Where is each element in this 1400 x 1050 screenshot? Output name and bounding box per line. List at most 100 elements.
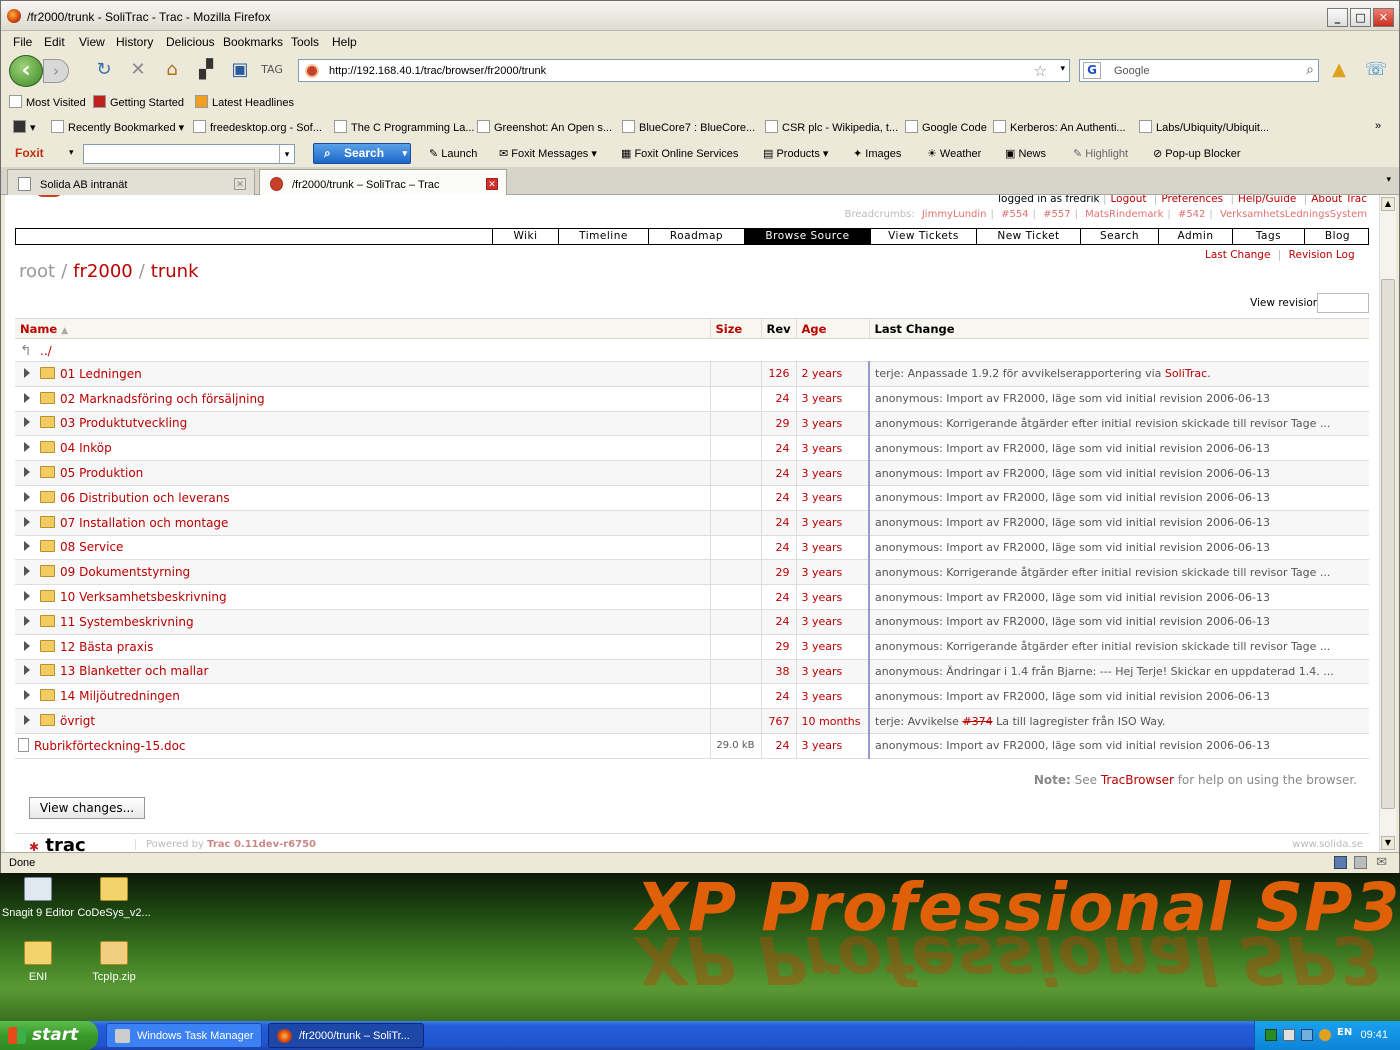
rev-link[interactable]: 24 bbox=[776, 491, 790, 504]
rev-link[interactable]: 24 bbox=[776, 467, 790, 480]
chevron-down-icon[interactable]: ▾ bbox=[402, 144, 407, 163]
delicious-item[interactable]: Kerberos: An Authenti... bbox=[993, 120, 1126, 134]
entry-link[interactable]: 03 Produktutveckling bbox=[60, 416, 187, 430]
desktop-icon-snagit[interactable]: Snagit 9 Editor bbox=[0, 877, 76, 919]
age-link[interactable]: 3 years bbox=[802, 665, 843, 678]
foxit-products[interactable]: ▤ Products ▾ bbox=[763, 147, 828, 160]
menu-view[interactable]: View bbox=[79, 35, 105, 49]
entry-link[interactable]: 13 Blanketter och mallar bbox=[60, 664, 208, 678]
stop-icon[interactable]: ✕ bbox=[125, 57, 151, 83]
entry-link[interactable]: Rubrikförteckning-15.doc bbox=[34, 739, 186, 753]
expand-toggle-icon[interactable] bbox=[24, 541, 30, 552]
extension-icon[interactable]: ▲ bbox=[1326, 57, 1352, 83]
expand-toggle-icon[interactable] bbox=[24, 615, 30, 626]
menu-history[interactable]: History bbox=[116, 35, 153, 49]
foxit-search-input[interactable]: ▾ bbox=[83, 144, 295, 164]
entry-link[interactable]: 08 Service bbox=[60, 540, 123, 554]
expand-toggle-icon[interactable] bbox=[24, 715, 30, 726]
back-button[interactable]: ‹ bbox=[9, 55, 43, 87]
scroll-thumb[interactable] bbox=[1381, 279, 1395, 809]
menu-help[interactable]: Help bbox=[332, 35, 357, 49]
about-trac-link[interactable]: About Trac bbox=[1311, 195, 1367, 205]
foxit-weather[interactable]: ☀ Weather bbox=[927, 147, 981, 160]
col-size[interactable]: Size bbox=[709, 318, 761, 339]
revision-log-link[interactable]: Revision Log bbox=[1289, 249, 1355, 261]
menu-tools[interactable]: Tools bbox=[291, 35, 319, 49]
address-bar[interactable]: http://192.168.40.1/trac/browser/fr2000/… bbox=[298, 59, 1070, 82]
entry-link[interactable]: 06 Distribution och leverans bbox=[60, 491, 230, 505]
rev-link[interactable]: 24 bbox=[776, 591, 790, 604]
delicious-icon[interactable]: ▞ bbox=[193, 57, 219, 83]
google-engine-icon[interactable]: G bbox=[1083, 62, 1101, 79]
rev-link[interactable]: 24 bbox=[776, 516, 790, 529]
trac-version-link[interactable]: Trac 0.11dev-r6750 bbox=[207, 839, 316, 850]
age-link[interactable]: 3 years bbox=[802, 491, 843, 504]
rev-link[interactable]: 24 bbox=[776, 615, 790, 628]
last-change-link[interactable]: Last Change bbox=[1205, 249, 1270, 261]
foxit-images[interactable]: ✦ Images bbox=[853, 147, 901, 160]
delicious-item[interactable]: Google Code bbox=[905, 120, 987, 134]
bookmark-latest-headlines[interactable]: Latest Headlines bbox=[195, 95, 294, 109]
breadcrumb-link[interactable]: #557 bbox=[1043, 209, 1070, 220]
parent-dir-link[interactable]: ../ bbox=[40, 344, 52, 358]
foxit-messages[interactable]: ✉ Foxit Messages ▾ bbox=[499, 147, 597, 160]
url-dropdown-icon[interactable]: ▾ bbox=[1060, 64, 1065, 74]
rev-link[interactable]: 126 bbox=[769, 367, 790, 380]
search-magnifier-icon[interactable]: ⌕ bbox=[1306, 62, 1314, 78]
tab-list-icon[interactable]: ▾ bbox=[1386, 175, 1391, 185]
tab-solida-intranet[interactable]: Solida AB intranät ✕ bbox=[7, 169, 255, 195]
breadcrumb-link[interactable]: VerksamhetsLedningsSystem bbox=[1220, 209, 1367, 220]
delicious-item[interactable]: freedesktop.org - Sof... bbox=[193, 120, 322, 134]
menu-edit[interactable]: Edit bbox=[44, 35, 65, 49]
tray-icon[interactable] bbox=[1265, 1029, 1277, 1041]
age-link[interactable]: 2 years bbox=[802, 367, 843, 380]
rev-link[interactable]: 24 bbox=[776, 442, 790, 455]
tray-icon[interactable] bbox=[1283, 1029, 1295, 1041]
title-bar[interactable]: /fr2000/trunk - SoliTrac - Trac - Mozill… bbox=[1, 1, 1399, 31]
change-link[interactable]: SoliTrac bbox=[1165, 367, 1207, 380]
age-link[interactable]: 10 months bbox=[802, 715, 861, 728]
delicious-item[interactable]: Greenshot: An Open s... bbox=[477, 120, 612, 134]
delicious-item[interactable]: BlueCore7 : BlueCore... bbox=[622, 120, 755, 134]
tag-icon[interactable]: TAG bbox=[259, 57, 285, 83]
task-windows-task-manager[interactable]: Windows Task Manager bbox=[106, 1023, 262, 1048]
toolbar-overflow-icon[interactable]: » bbox=[1375, 120, 1381, 132]
expand-toggle-icon[interactable] bbox=[24, 591, 30, 602]
nav-wiki[interactable]: Wiki bbox=[492, 229, 558, 244]
menu-file[interactable]: File bbox=[13, 35, 32, 49]
skype-icon[interactable]: ☏ bbox=[1363, 57, 1389, 83]
change-link[interactable]: #374 bbox=[962, 715, 992, 728]
age-link[interactable]: 3 years bbox=[802, 640, 843, 653]
age-link[interactable]: 3 years bbox=[802, 516, 843, 529]
delicious-menu[interactable]: ▾ bbox=[13, 120, 36, 134]
entry-link[interactable]: 11 Systembeskrivning bbox=[60, 615, 194, 629]
expand-toggle-icon[interactable] bbox=[24, 392, 30, 403]
help-guide-link[interactable]: Help/Guide bbox=[1238, 195, 1296, 205]
age-link[interactable]: 3 years bbox=[802, 417, 843, 430]
entry-link[interactable]: 01 Ledningen bbox=[60, 367, 142, 381]
task-firefox[interactable]: /fr2000/trunk – SoliTr... bbox=[268, 1023, 424, 1048]
entry-link[interactable]: 05 Produktion bbox=[60, 466, 143, 480]
entry-link[interactable]: 04 Inköp bbox=[60, 441, 112, 455]
rev-link[interactable]: 767 bbox=[769, 715, 790, 728]
expand-toggle-icon[interactable] bbox=[24, 665, 30, 676]
language-indicator-icon[interactable]: EN bbox=[1337, 1027, 1352, 1038]
age-link[interactable]: 3 years bbox=[802, 541, 843, 554]
nav-search[interactable]: Search bbox=[1080, 229, 1158, 244]
mail-icon[interactable]: ✉ bbox=[1376, 855, 1387, 870]
path-trunk[interactable]: trunk bbox=[151, 261, 199, 282]
reload-icon[interactable]: ↻ bbox=[91, 57, 117, 83]
view-revision-input[interactable] bbox=[1317, 293, 1369, 313]
desktop-icon-tcpip-zip[interactable]: TcpIp.zip bbox=[76, 941, 152, 983]
rev-link[interactable]: 38 bbox=[776, 665, 790, 678]
forward-button[interactable]: › bbox=[43, 59, 69, 83]
entry-link[interactable]: 07 Installation och montage bbox=[60, 516, 228, 530]
start-button[interactable]: start bbox=[0, 1021, 98, 1050]
tray-icon[interactable] bbox=[1301, 1029, 1313, 1041]
entry-link[interactable]: övrigt bbox=[60, 714, 95, 728]
expand-toggle-icon[interactable] bbox=[24, 516, 30, 527]
foxit-logo[interactable]: Foxit bbox=[15, 146, 44, 160]
search-bar[interactable]: G Google ⌕ bbox=[1079, 59, 1319, 82]
status-grid-icon[interactable] bbox=[1354, 856, 1367, 869]
view-changes-button[interactable]: View changes... bbox=[29, 797, 145, 819]
